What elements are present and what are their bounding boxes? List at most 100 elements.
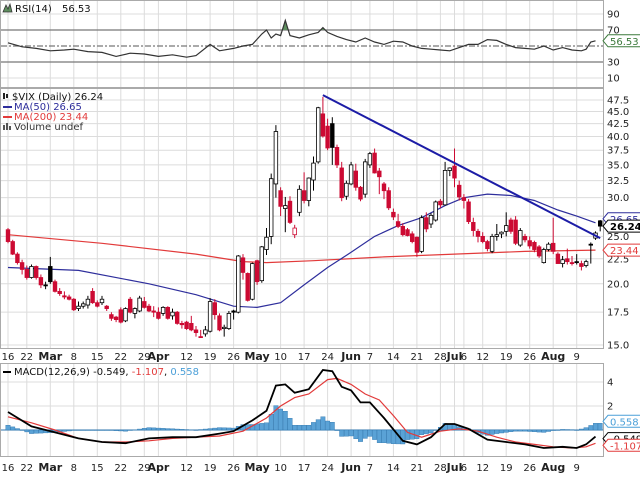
- x-tick-label: 19: [204, 463, 217, 474]
- candle: [160, 306, 166, 316]
- candle: [189, 315, 194, 332]
- rsi-tick-label: 90: [607, 10, 620, 21]
- x-tick-label: 8: [71, 352, 77, 363]
- macd-histogram-bar: [132, 429, 138, 431]
- candle: [113, 315, 119, 323]
- candle-body: [546, 243, 551, 250]
- price-tick-label: 45.0: [607, 107, 629, 118]
- macd-histogram-bar: [19, 429, 25, 431]
- candle-body: [513, 219, 518, 244]
- macd-histogram-bar: [66, 429, 72, 432]
- candle: [518, 228, 523, 247]
- candle-body: [184, 321, 189, 329]
- candle-body: [283, 205, 288, 209]
- candle: [57, 288, 62, 296]
- candle: [452, 148, 457, 188]
- x-tick-label: 10: [274, 352, 287, 363]
- x-tick-label: 14: [387, 352, 400, 363]
- candle: [43, 281, 48, 290]
- macd-histogram-bar: [282, 411, 288, 431]
- candle: [555, 252, 561, 264]
- macd-histogram-bar: [550, 429, 556, 431]
- rsi-value: 56.53: [62, 4, 91, 15]
- macd-histogram-bar: [76, 429, 81, 431]
- price-tick-label: 30.0: [607, 193, 629, 204]
- x-tick-label: Jun: [340, 461, 361, 474]
- x-tick-label: Aug: [541, 350, 565, 363]
- macd-histogram-bar: [264, 422, 269, 431]
- candle: [5, 228, 11, 244]
- candle-body: [362, 161, 368, 195]
- macd-histogram-bar: [118, 429, 124, 432]
- candle: [433, 200, 438, 222]
- x-tick-label: 6: [461, 352, 467, 363]
- macd-histogram-bar: [212, 427, 218, 431]
- candle-body: [315, 107, 321, 163]
- candle: [118, 307, 123, 324]
- candle: [536, 245, 542, 258]
- candle-body: [198, 336, 203, 339]
- x-tick-label: Mar: [38, 350, 62, 363]
- macd-histogram-bar: [419, 429, 424, 436]
- candle: [381, 181, 387, 200]
- candle: [391, 208, 396, 221]
- macd-histogram-bar: [564, 429, 570, 431]
- candle-body: [146, 305, 152, 312]
- candle: [226, 310, 232, 330]
- macd-histogram-bar: [29, 429, 34, 434]
- x-tick-label: 7: [367, 352, 373, 363]
- macd-panel: 0.558 -0.549 -1.107 MACD(12,26,9) -0.549, …: [0, 363, 640, 457]
- candle: [52, 279, 58, 293]
- macd-histogram-bar: [320, 416, 326, 431]
- candle: [170, 308, 175, 320]
- x-tick-label: 26: [227, 463, 240, 474]
- macd-histogram-bar: [386, 429, 392, 444]
- x-tick-label: 9: [574, 352, 580, 363]
- x-tick-label: Apr: [147, 461, 169, 474]
- x-tick-label: 15: [91, 463, 104, 474]
- price-tick-label: 35.0: [607, 160, 629, 171]
- candle-body: [104, 305, 109, 309]
- candle: [203, 325, 208, 337]
- candle: [428, 213, 434, 229]
- candle: [287, 196, 293, 225]
- macd-histogram-bar: [160, 428, 166, 431]
- candle: [372, 148, 377, 174]
- candle-body: [348, 164, 354, 185]
- price-tick-label: 17.5: [607, 308, 629, 319]
- macd-histogram-bar: [555, 429, 561, 431]
- rsi-tick-label: 10: [607, 74, 620, 85]
- candle-body: [142, 301, 147, 308]
- candle-body: [268, 178, 274, 237]
- candle-body: [386, 190, 391, 209]
- candle-body: [395, 221, 401, 227]
- candle: [179, 320, 185, 329]
- x-tick-label: 22: [114, 463, 127, 474]
- x-tick-label: 19: [204, 352, 217, 363]
- x-tick-label: 22: [20, 463, 33, 474]
- candle-body: [391, 211, 396, 218]
- candle-body: [189, 323, 194, 331]
- macd-histogram-bar: [367, 429, 373, 437]
- candle-body: [419, 217, 424, 252]
- candle-body: [118, 309, 123, 323]
- macd-histogram-bar: [499, 429, 504, 434]
- candle-body: [95, 302, 100, 307]
- candle: [48, 256, 53, 284]
- candle: [438, 199, 443, 208]
- candle: [29, 264, 34, 279]
- macd-histogram-bar: [508, 429, 514, 432]
- macd-histogram-bar: [311, 422, 316, 431]
- candle: [95, 300, 100, 308]
- x-tick-label: 24: [321, 463, 334, 474]
- candle-body: [452, 165, 457, 179]
- candle-body: [325, 125, 330, 149]
- candle: [34, 265, 39, 280]
- candle: [315, 106, 321, 164]
- macd-value: -0.549: [93, 367, 125, 378]
- macd-histogram-bar: [24, 429, 30, 433]
- macd-tick-label: 2: [607, 402, 613, 413]
- candle-body: [494, 234, 499, 237]
- candle: [311, 156, 316, 191]
- candle: [475, 228, 481, 243]
